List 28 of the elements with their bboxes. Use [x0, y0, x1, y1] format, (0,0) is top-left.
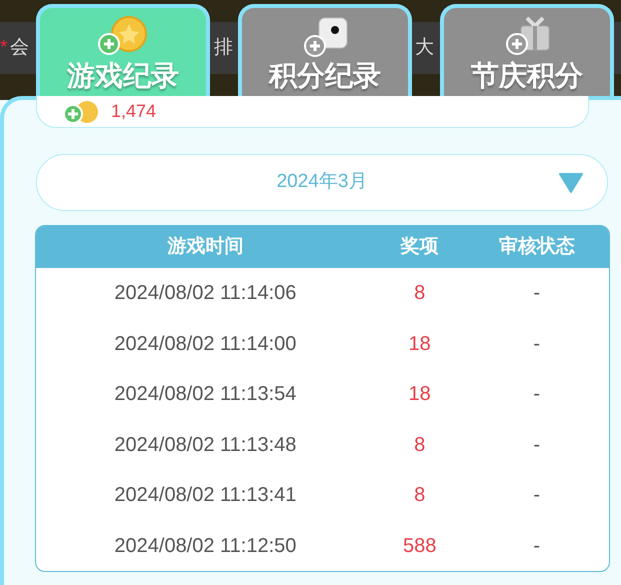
table-cell-text: 18: [408, 332, 431, 357]
column-header: 奖项: [400, 234, 439, 259]
table-cell-text: 2024/08/02 11:13:41: [114, 483, 296, 508]
table-cell-text: -: [533, 432, 540, 458]
menu-text: 会: [10, 36, 29, 60]
dropdown-triangle-icon: [559, 172, 583, 192]
menu-text: 排: [214, 36, 233, 60]
column-header: 审核状态: [498, 234, 575, 259]
column-header: 游戏时间: [167, 234, 244, 259]
table-cell-text: 2024/08/02 11:14:00: [114, 332, 296, 357]
table-cell-text: 2024/08/02 11:13:48: [114, 432, 296, 458]
table-cell-text: -: [533, 281, 540, 306]
table-cell-text: -: [533, 382, 540, 408]
table-cell-text: 2024/08/02 11:13:54: [114, 382, 296, 408]
table-cell-text: 8: [414, 281, 426, 306]
balance-value: 1,474: [111, 100, 156, 123]
table-cell-text: 18: [408, 382, 431, 408]
table-cell-text: 2024/08/02 11:12:50: [114, 534, 296, 559]
table-cell-text: 588: [402, 534, 436, 559]
table-cell-text: 8: [414, 483, 426, 508]
table-cell-text: 8: [414, 432, 426, 458]
menu-text: 大: [415, 36, 434, 60]
month-select[interactable]: 2024年3月: [36, 154, 608, 211]
table-cell-text: -: [533, 483, 540, 508]
table-cell-text: -: [533, 534, 540, 559]
table-cell-text: -: [533, 332, 540, 357]
table-cell-text: 2024/08/02 11:14:06: [114, 281, 296, 306]
star-mark: *: [0, 36, 8, 60]
